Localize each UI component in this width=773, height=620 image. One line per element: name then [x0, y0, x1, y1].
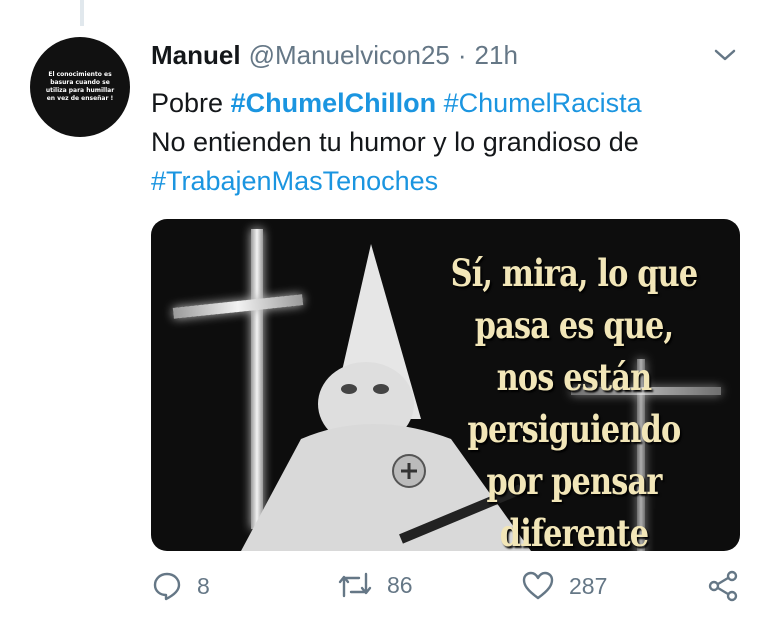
tweet-text: Pobre #ChumelChillon #ChumelRacista No e… [151, 84, 751, 201]
tweet-media-image[interactable]: Sí, mira, lo que pasa es que, nos están … [151, 219, 740, 551]
hashtag-chumelracista[interactable]: #ChumelRacista [444, 88, 642, 118]
author-handle[interactable]: @Manuelvicon25 [249, 40, 450, 71]
tweet-header: Manuel @Manuelvicon25 · 21h [151, 40, 518, 71]
retweet-icon [338, 572, 372, 598]
heart-icon [522, 571, 554, 600]
retweet-count: 86 [387, 571, 413, 598]
reply-count: 8 [197, 572, 210, 599]
hashtag-trabajenmastenoches[interactable]: #TrabajenMasTenoches [151, 166, 438, 196]
share-button[interactable] [707, 570, 739, 602]
reply-icon [153, 572, 181, 601]
retweet-button[interactable]: 86 [337, 570, 413, 600]
chevron-down-icon[interactable] [712, 44, 738, 66]
like-button[interactable]: 287 [521, 570, 607, 602]
timestamp[interactable]: 21h [475, 40, 518, 71]
avatar-text: El conocimiento es basura cuando se util… [45, 71, 115, 102]
separator-dot: · [457, 40, 467, 70]
thread-connector-line [80, 0, 84, 26]
like-count: 287 [569, 572, 608, 599]
meme-caption: Sí, mira, lo que pasa es que, nos están … [450, 251, 699, 551]
tweet-text-line2: No entienden tu humor y lo grandioso de [151, 127, 639, 157]
reply-button[interactable]: 8 [151, 570, 210, 602]
avatar[interactable]: El conocimiento es basura cuando se util… [30, 37, 130, 137]
hashtag-chumelchillon[interactable]: #ChumelChillon [231, 88, 437, 118]
share-icon [708, 570, 738, 602]
author-name[interactable]: Manuel [151, 40, 241, 71]
tweet-text-word: Pobre [151, 88, 224, 118]
tweet-actions: 8 86 287 [151, 570, 751, 610]
